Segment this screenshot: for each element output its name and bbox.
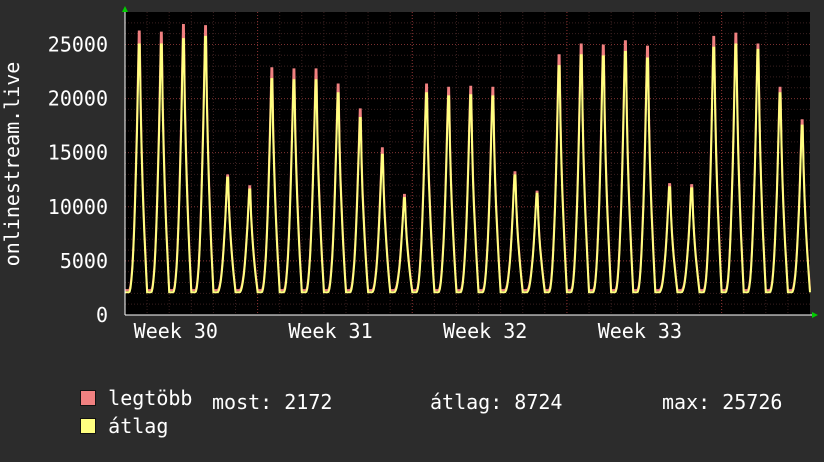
legend-swatch-avg	[80, 418, 97, 434]
stat-average: átlag: 8724	[430, 390, 563, 414]
y-tick-label: 5000	[60, 249, 108, 273]
chart-svg: 0 5000 10000 15000 20000 25000 Week 30 Week 31 W…	[0, 6, 818, 343]
y-tick-label: 20000	[48, 87, 108, 111]
x-axis-arrow	[812, 312, 818, 318]
y-axis-arrow	[122, 6, 128, 12]
y-axis-label: onlinestream.live	[0, 62, 24, 267]
x-tick-label: Week 33	[598, 319, 682, 343]
stat-now: most: 2172	[212, 390, 333, 414]
x-tick-label: Week 30	[134, 319, 218, 343]
stat-max: max: 25726	[662, 390, 783, 414]
y-tick-label: 15000	[48, 141, 108, 165]
y-tick-label: 25000	[48, 32, 108, 56]
legend-label-avg: átlag	[108, 414, 169, 438]
x-tick-label: Week 32	[443, 319, 527, 343]
chart-image: 0 5000 10000 15000 20000 25000 Week 30 Week 31 W…	[0, 0, 824, 438]
x-tick-label: Week 31	[288, 319, 372, 343]
y-tick-label: 0	[96, 303, 108, 327]
y-tick-label: 10000	[48, 195, 108, 219]
legend-item-avg: átlag	[32, 390, 168, 462]
